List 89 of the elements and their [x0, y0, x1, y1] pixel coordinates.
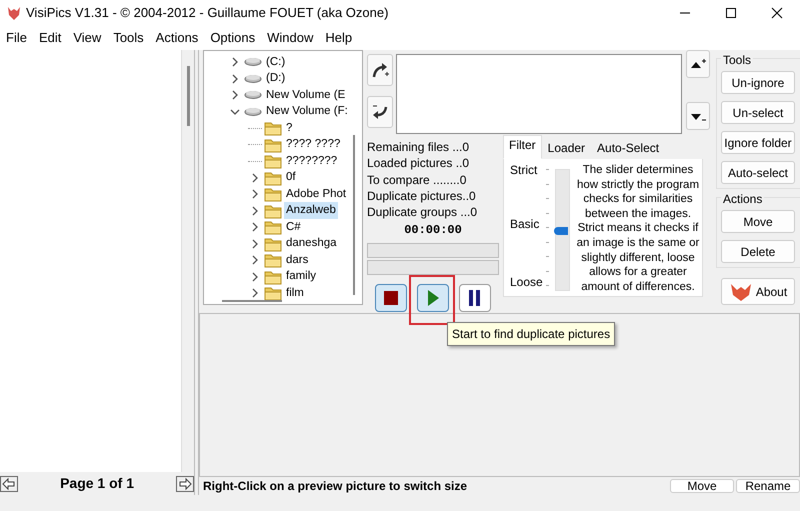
tree-item[interactable]: 0f [284, 169, 298, 186]
about-button[interactable]: About [721, 278, 795, 305]
expand-icon[interactable] [230, 90, 240, 100]
folder-icon [264, 120, 282, 136]
tree-item[interactable]: ? [284, 120, 294, 137]
expand-icon[interactable] [250, 206, 260, 216]
page-indicator: Page 1 of 1 [59, 474, 135, 493]
curved-arrow-icon [371, 103, 389, 121]
tree-item[interactable]: New Volume (F: [264, 103, 350, 120]
stat-line: Duplicate groups ...0 [367, 204, 478, 220]
menu-item[interactable]: Tools [107, 26, 150, 50]
up-plus-icon [690, 58, 706, 70]
scrollbar[interactable] [353, 135, 355, 295]
tree-item[interactable]: C# [284, 218, 303, 236]
stat-line: Remaining files ...0 [367, 139, 470, 156]
folder-icon [264, 252, 282, 268]
tree-item[interactable]: ???? ???? [284, 136, 342, 154]
folder-icon [264, 268, 282, 285]
action-button[interactable]: Move [721, 210, 795, 233]
slider-label: Loose [510, 274, 543, 291]
action-button[interactable]: Delete [721, 240, 795, 263]
folder-icon [264, 153, 282, 170]
menu-item[interactable]: Window [261, 26, 320, 50]
action-button[interactable]: Ignore folder [721, 131, 795, 154]
tree-item[interactable]: Anzalweb [284, 202, 338, 220]
tree-item[interactable]: ???????? [284, 152, 340, 170]
menu-item[interactable]: Edit [32, 26, 68, 50]
tree-item[interactable]: family [284, 268, 318, 286]
expand-icon[interactable] [250, 288, 260, 298]
menu-item[interactable]: File [0, 26, 33, 50]
tree-item[interactable]: Adobe Phot [284, 186, 348, 203]
tree-item[interactable]: film [284, 284, 306, 302]
next-page-icon[interactable] [176, 476, 194, 492]
folder-icon [264, 285, 282, 302]
status-button[interactable]: Rename [736, 479, 800, 493]
tree-item[interactable]: daneshga [284, 235, 339, 252]
action-button[interactable]: Un-ignore [721, 71, 795, 94]
slider-thumb[interactable] [554, 227, 568, 235]
expand-icon[interactable] [230, 74, 240, 84]
menu-item[interactable]: Help [319, 26, 358, 50]
collapse-icon[interactable] [230, 106, 240, 117]
expand-icon[interactable] [250, 222, 260, 232]
menu-item[interactable]: Options [204, 26, 262, 50]
tooltip: Start to find duplicate pictures [447, 322, 616, 346]
slider-label: Basic [510, 216, 540, 233]
folder-icon [264, 202, 282, 219]
slider-track[interactable] [555, 169, 570, 291]
window-title: VisiPics V1.31 - © 2004-2012 - Guillaume FOUET (aka Ozone) [26, 4, 390, 22]
folder-icon [264, 236, 282, 252]
slider-label: Strict [510, 162, 538, 179]
folder-icon [264, 219, 282, 236]
expand-icon[interactable] [250, 238, 260, 249]
move-down-button[interactable] [686, 102, 710, 130]
add-button[interactable] [367, 54, 393, 86]
menu-item[interactable]: Actions [150, 26, 204, 50]
folder-icon [264, 136, 282, 153]
action-button[interactable]: Un-select [721, 101, 795, 124]
status-text: Right-Click on a preview picture to switch size [202, 478, 468, 495]
expand-icon[interactable] [230, 57, 240, 68]
fox-logo-icon [728, 282, 753, 302]
timer: 00:00:00 [403, 222, 463, 239]
folder-icon [264, 186, 282, 202]
stat-line: To compare ........0 [367, 172, 468, 188]
move-up-button[interactable] [686, 50, 710, 78]
play-button[interactable] [417, 284, 449, 312]
fox-logo-icon [6, 5, 22, 21]
pause-button[interactable] [459, 284, 491, 312]
tree-item[interactable]: (C:) [264, 54, 288, 71]
tree-item[interactable]: New Volume (E [264, 86, 348, 104]
stop-icon [382, 288, 400, 307]
stat-line: Loaded pictures ..0 [367, 155, 470, 172]
curved-arrow-icon [371, 61, 389, 79]
tab[interactable]: Filter [503, 135, 542, 159]
tree-item[interactable]: (D:) [264, 70, 288, 88]
stop-button[interactable] [375, 284, 407, 312]
expand-icon[interactable] [250, 172, 260, 183]
scrollbar[interactable] [222, 300, 282, 302]
action-button[interactable]: Auto-select [721, 161, 795, 184]
menu-item[interactable]: View [67, 26, 108, 50]
remove-button[interactable] [367, 96, 393, 128]
stat-line: Duplicate pictures..0 [367, 188, 477, 204]
filter-description: The slider determines how strictly the program checks for similarities between the images. Strict means it checks if an image is the same or slightly different, loose allows for a greater amount of differences. [576, 163, 700, 294]
expand-icon[interactable] [250, 272, 260, 282]
previous-page-icon[interactable] [0, 476, 18, 492]
tree-item[interactable]: dars [284, 252, 310, 269]
expand-icon[interactable] [250, 189, 260, 200]
expand-icon[interactable] [250, 255, 260, 266]
folder-icon [264, 170, 282, 186]
status-button[interactable]: Move [670, 479, 734, 493]
